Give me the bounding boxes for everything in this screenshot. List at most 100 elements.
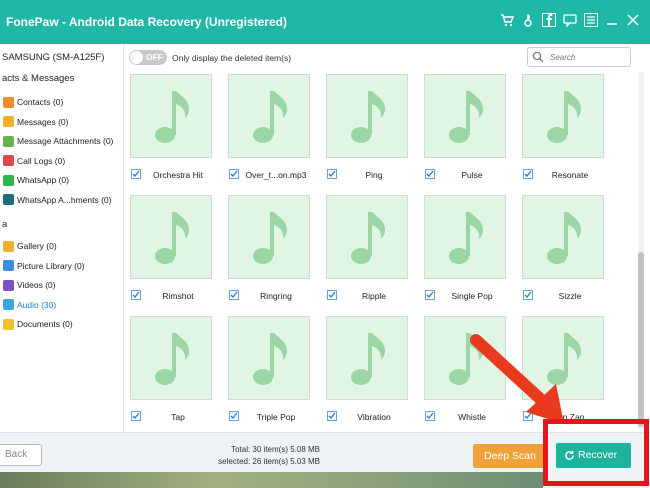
section-media: a — [2, 219, 8, 230]
file-name: Single Pop — [451, 291, 493, 301]
sidebar-contacts-item-label: Message Attachments (0) — [17, 136, 114, 146]
audio-thumbnail[interactable] — [522, 195, 604, 279]
file-name: Ripple — [361, 291, 387, 301]
file-checkbox[interactable] — [229, 290, 239, 300]
sidebar-media-item[interactable]: Audio (30) — [3, 298, 56, 312]
audio-thumbnail[interactable] — [130, 74, 212, 158]
sidebar-contacts-item[interactable]: WhatsApp A...hments (0) — [3, 193, 111, 207]
app-title: FonePaw - Android Data Recovery (Unregis… — [6, 15, 287, 29]
sidebar-contacts-item-label: Call Logs (0) — [17, 155, 66, 166]
audio-thumbnail[interactable] — [424, 74, 506, 158]
background-photo-strip — [0, 472, 543, 488]
sidebar-media-item[interactable]: Videos (0) — [3, 278, 56, 292]
file-checkbox[interactable] — [425, 290, 435, 300]
file-checkbox[interactable] — [229, 411, 239, 421]
sidebar: SAMSUNG (SM-A125F) acts & Messages Conta… — [0, 44, 124, 432]
back-button[interactable]: Back — [0, 444, 42, 466]
deleted-only-label: Only display the deleted item(s) — [172, 53, 292, 63]
facebook-icon[interactable] — [542, 13, 556, 27]
sidebar-media-item-icon — [3, 240, 14, 252]
scrollbar[interactable] — [638, 72, 644, 429]
file-checkbox[interactable] — [327, 411, 337, 421]
audio-thumbnail[interactable] — [326, 195, 408, 279]
file-name: Resonate — [551, 170, 589, 180]
recover-highlight-box — [543, 419, 649, 486]
audio-thumbnail[interactable] — [522, 74, 604, 158]
file-checkbox[interactable] — [327, 169, 337, 179]
sidebar-contacts-item[interactable]: Call Logs (0) — [3, 154, 65, 168]
toggle-knob — [130, 51, 143, 64]
audio-file-tile[interactable]: Single Pop — [420, 193, 506, 313]
file-checkbox[interactable] — [327, 290, 337, 300]
audio-thumbnail[interactable] — [326, 316, 408, 400]
audio-file-tile[interactable]: Orchestra Hit — [126, 72, 212, 192]
sidebar-contacts-item[interactable]: Messages (0) — [3, 115, 69, 129]
audio-file-tile[interactable]: Pulse — [420, 72, 506, 192]
sidebar-media-item[interactable]: Documents (0) — [3, 317, 73, 331]
title-bar-icons — [500, 13, 640, 28]
audio-thumbnail[interactable] — [326, 74, 408, 158]
scrollbar-thumb[interactable] — [638, 252, 644, 427]
audio-thumbnail[interactable] — [228, 195, 310, 279]
audio-file-tile[interactable]: Rimshot — [126, 193, 212, 313]
sidebar-contacts-item-label: Messages (0) — [17, 116, 69, 127]
file-checkbox[interactable] — [425, 411, 435, 421]
deleted-only-toggle[interactable]: OFF — [129, 50, 167, 65]
key-icon[interactable] — [521, 13, 535, 27]
audio-thumbnail[interactable] — [130, 316, 212, 400]
audio-file-tile[interactable]: Triple Pop — [224, 314, 310, 429]
close-icon[interactable] — [626, 13, 640, 27]
sidebar-media-item-icon — [3, 318, 14, 330]
sidebar-media-item[interactable]: Picture Library (0) — [3, 259, 85, 273]
sidebar-contacts-item-icon — [3, 155, 14, 166]
file-name: Pulse — [461, 170, 483, 180]
sidebar-media-item-icon — [3, 279, 14, 291]
sidebar-media-item-label: Audio (30) — [17, 299, 57, 310]
chat-icon[interactable] — [563, 13, 577, 28]
sidebar-contacts-item-icon — [3, 96, 14, 108]
search-input[interactable] — [550, 51, 628, 64]
sidebar-contacts-item-icon — [3, 174, 14, 186]
file-checkbox[interactable] — [131, 290, 141, 300]
sidebar-contacts-item-label: WhatsApp (0) — [17, 175, 69, 185]
total-count: Total: 30 item(s) 5.08 MB — [231, 445, 320, 454]
sidebar-contacts-item[interactable]: Message Attachments (0) — [3, 134, 113, 148]
search-box[interactable] — [527, 47, 631, 67]
file-checkbox[interactable] — [425, 169, 435, 179]
sidebar-media-item-icon — [3, 260, 14, 271]
file-checkbox[interactable] — [523, 169, 533, 179]
audio-file-tile[interactable]: Tap — [126, 314, 212, 429]
audio-file-tile[interactable]: Ping — [322, 72, 408, 192]
file-checkbox[interactable] — [229, 169, 239, 179]
sidebar-contacts-item-icon — [3, 194, 14, 205]
sidebar-media-item-label: Picture Library (0) — [17, 260, 85, 271]
menu-icon[interactable] — [584, 13, 598, 27]
file-checkbox[interactable] — [131, 169, 141, 179]
audio-file-tile[interactable]: Ripple — [322, 193, 408, 313]
audio-file-tile[interactable]: Sizzle — [518, 193, 604, 313]
file-checkbox[interactable] — [131, 411, 141, 421]
audio-thumbnail[interactable] — [424, 195, 506, 279]
file-name: Sizzle — [558, 291, 582, 301]
audio-file-tile[interactable]: Resonate — [518, 72, 604, 192]
file-checkbox[interactable] — [523, 290, 533, 300]
cart-icon[interactable] — [500, 13, 515, 27]
sidebar-media-item[interactable]: Gallery (0) — [3, 239, 57, 253]
audio-thumbnail[interactable] — [228, 74, 310, 158]
title-bar: FonePaw - Android Data Recovery (Unregis… — [0, 0, 650, 44]
sidebar-contacts-item[interactable]: WhatsApp (0) — [3, 173, 69, 187]
device-name: SAMSUNG (SM-A125F) — [2, 52, 105, 63]
audio-thumbnail[interactable] — [130, 195, 212, 279]
sidebar-contacts-item-icon — [3, 116, 14, 127]
audio-file-tile[interactable]: Over_t...on.mp3 — [224, 72, 310, 192]
sidebar-contacts-item[interactable]: Contacts (0) — [3, 95, 63, 109]
item-totals: Total: 30 item(s) 5.08 MB selected: 26 i… — [200, 444, 320, 468]
file-name: Tap — [171, 412, 185, 422]
audio-thumbnail[interactable] — [228, 316, 310, 400]
file-name: Ringring — [260, 291, 292, 301]
deep-scan-button[interactable]: Deep Scan — [473, 444, 547, 468]
sidebar-contacts-item-label: WhatsApp A...hments (0) — [17, 194, 112, 205]
minimize-icon[interactable] — [605, 13, 619, 27]
audio-file-tile[interactable]: Vibration — [322, 314, 408, 429]
audio-file-tile[interactable]: Ringring — [224, 193, 310, 313]
